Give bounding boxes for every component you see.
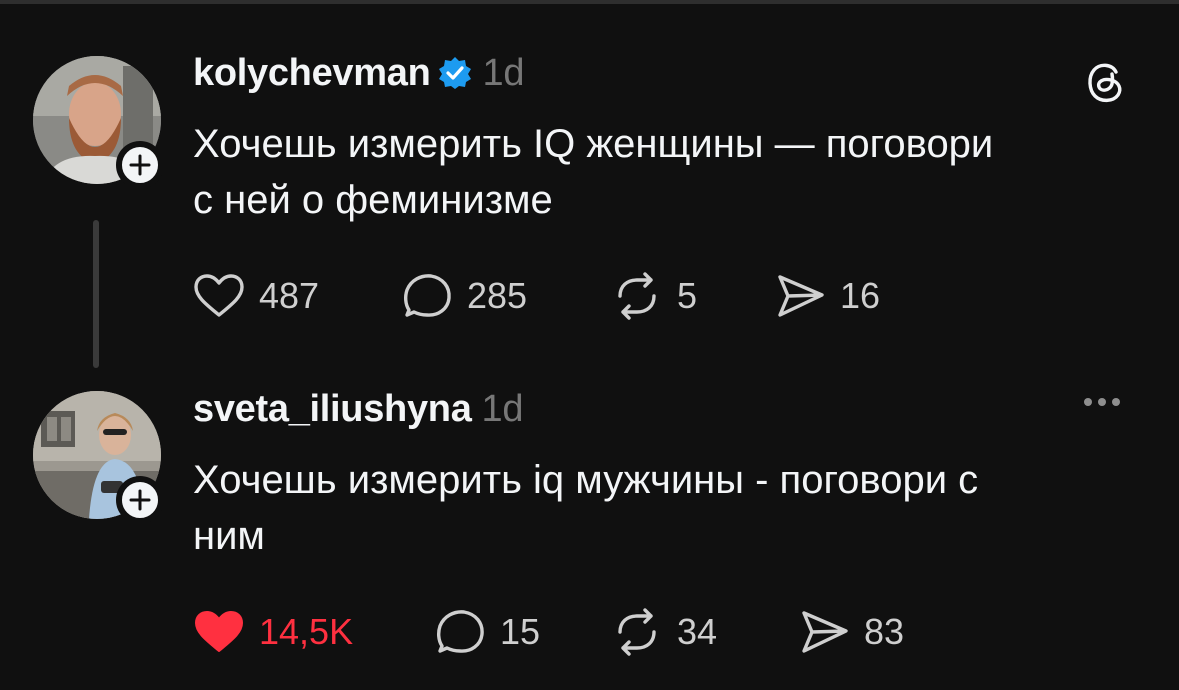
verified-badge-icon <box>438 56 472 100</box>
like-button[interactable]: 14,5K <box>193 608 353 656</box>
post-text: Хочешь измерить iq мужчины - поговори с … <box>193 452 1153 564</box>
dot <box>1098 398 1106 406</box>
username-row: kolychevman 1d <box>193 52 524 100</box>
reply-button[interactable]: 285 <box>403 272 527 320</box>
more-options-icon[interactable] <box>1084 398 1120 406</box>
comment-icon <box>403 274 451 317</box>
heart-icon <box>194 274 244 317</box>
username[interactable]: sveta_iliushyna <box>193 388 472 430</box>
repost-count: 34 <box>677 611 718 652</box>
send-icon <box>778 275 824 317</box>
share-button[interactable]: 16 <box>776 272 880 320</box>
post-text-line: с ней о феминизме <box>193 178 553 222</box>
top-divider <box>0 0 1179 4</box>
post-time: 1d <box>482 52 525 94</box>
reply-count: 15 <box>500 611 541 652</box>
send-icon <box>802 611 848 653</box>
share-button[interactable]: 83 <box>800 608 904 656</box>
like-count: 487 <box>259 275 320 316</box>
share-count: 83 <box>864 611 905 652</box>
reply-count: 285 <box>467 275 528 316</box>
reply-button[interactable]: 15 <box>436 608 540 656</box>
like-count: 14,5K <box>259 611 354 652</box>
heart-filled-icon <box>195 611 243 652</box>
post-text-line: Хочешь измерить IQ женщины — поговори <box>193 122 994 166</box>
repost-icon <box>618 608 656 656</box>
repost-button[interactable]: 34 <box>611 608 717 656</box>
post-text-line: ним <box>193 514 265 558</box>
dot <box>1084 398 1092 406</box>
follow-plus-button[interactable] <box>116 476 164 524</box>
repost-count: 5 <box>677 275 698 316</box>
like-button[interactable]: 487 <box>193 272 319 320</box>
username[interactable]: kolychevman <box>193 52 431 94</box>
comment-icon <box>436 610 484 653</box>
follow-plus-button[interactable] <box>116 141 164 189</box>
post-text-line: Хочешь измерить iq мужчины - поговори с <box>193 458 979 502</box>
post-text: Хочешь измерить IQ женщины — поговори с … <box>193 116 1153 228</box>
dot <box>1112 398 1120 406</box>
thread-connector-line <box>93 220 99 368</box>
plus-icon <box>129 489 151 511</box>
post-time: 1d <box>481 388 524 430</box>
plus-icon <box>129 154 151 176</box>
username-row: sveta_iliushyna 1d <box>193 388 524 431</box>
repost-icon <box>618 272 656 320</box>
threads-logo-icon[interactable] <box>1083 58 1129 109</box>
share-count: 16 <box>840 275 881 316</box>
repost-button[interactable]: 5 <box>611 272 697 320</box>
